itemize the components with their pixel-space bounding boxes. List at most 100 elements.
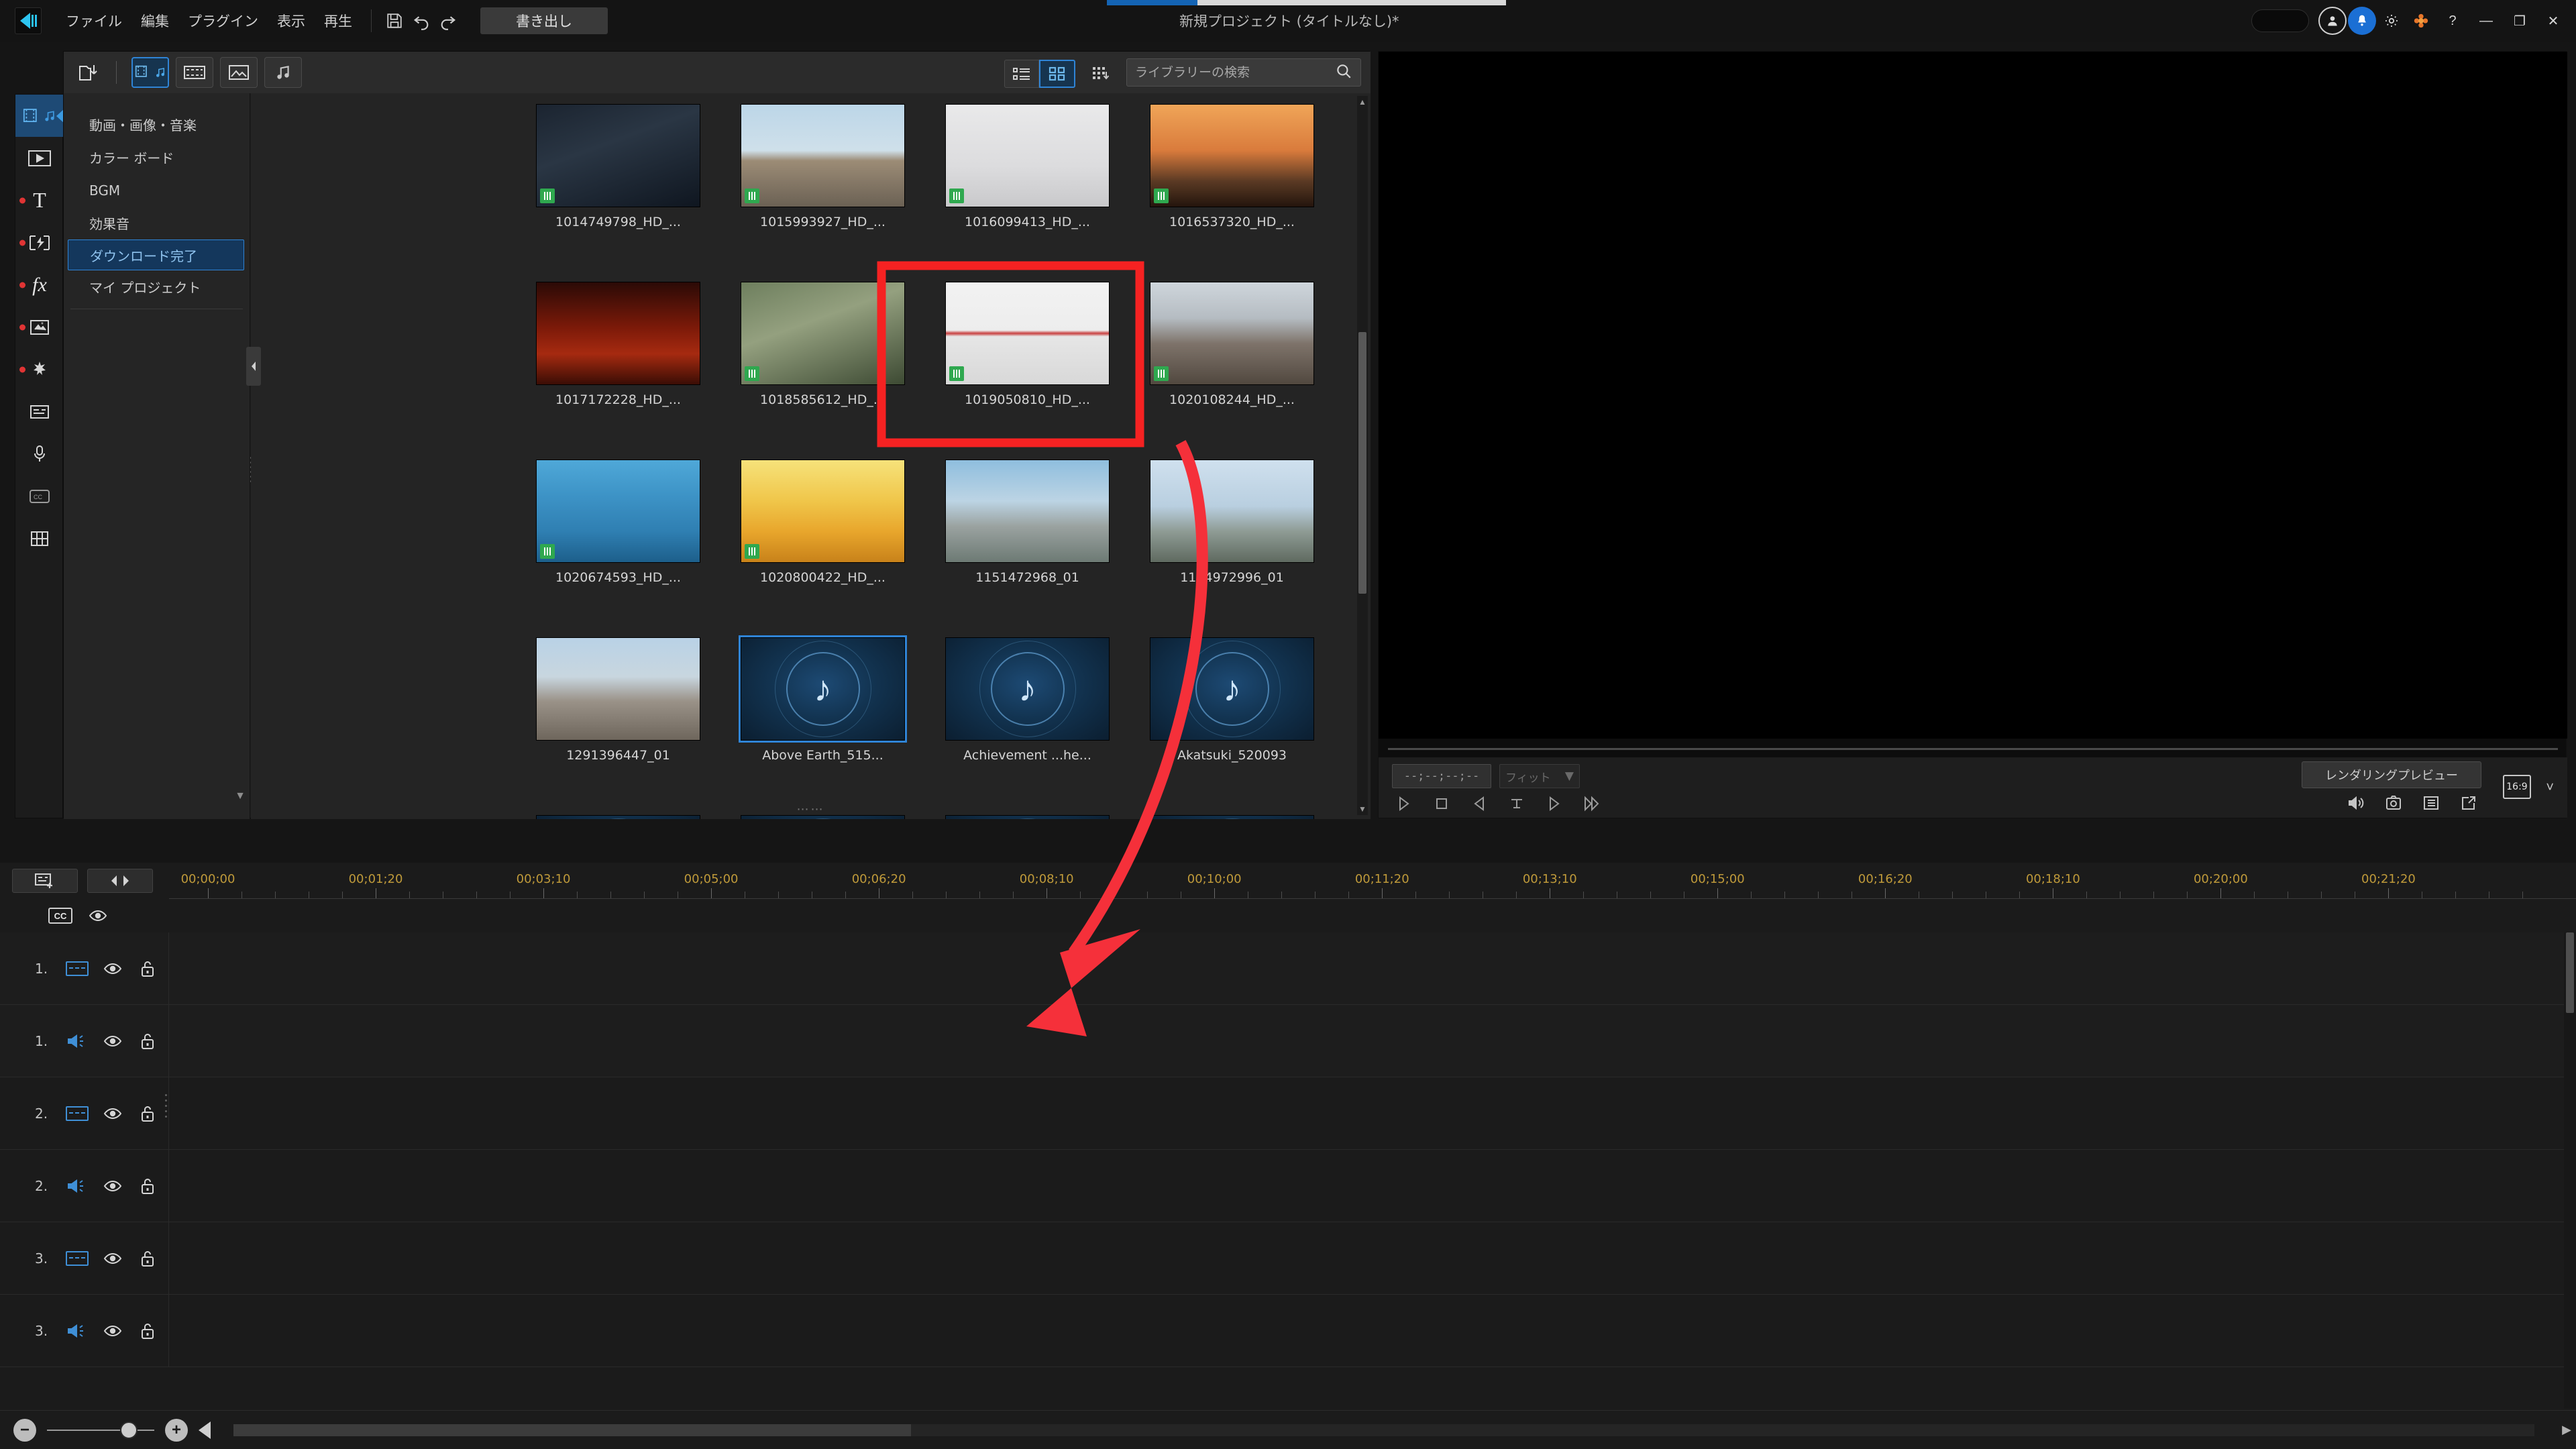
sidebar-item-subtitle-room[interactable] — [15, 390, 64, 433]
next-frame-button[interactable] — [1540, 792, 1569, 815]
media-item[interactable]: 1017172228_HD_... — [516, 282, 720, 460]
media-thumbnail[interactable]: ♪ — [945, 815, 1110, 819]
tree-item-downloaded[interactable]: ダウンロード完了 — [68, 239, 244, 270]
zoom-slider-knob[interactable] — [120, 1421, 138, 1439]
save-icon[interactable] — [381, 7, 408, 34]
media-thumbnail[interactable] — [1150, 460, 1314, 563]
media-thumbnail[interactable] — [536, 637, 700, 741]
timeline-track[interactable]: 1. — [0, 932, 2576, 1005]
media-item[interactable]: 1174972996_01 — [1130, 460, 1334, 637]
zoom-out-button[interactable]: − — [13, 1419, 36, 1442]
sort-icon[interactable] — [1087, 58, 1114, 89]
media-item[interactable]: 1018585612_HD_... — [720, 282, 925, 460]
scroll-down-arrow[interactable]: ▼ — [1357, 803, 1368, 815]
media-item[interactable]: 1151472968_01 — [925, 460, 1130, 637]
media-item[interactable]: 1015993927_HD_... — [720, 104, 925, 282]
stop-button[interactable] — [1427, 792, 1456, 815]
search-icon[interactable] — [1335, 62, 1352, 83]
zoom-in-button[interactable]: + — [165, 1419, 188, 1442]
preview-seek-bar[interactable] — [1388, 748, 2558, 750]
timeline-horizontal-scrollbar[interactable] — [233, 1424, 2534, 1436]
menu-file[interactable]: ファイル — [56, 7, 131, 35]
track-visibility-eye-icon[interactable] — [102, 960, 123, 977]
track-content-area[interactable] — [169, 1222, 2576, 1294]
track-lock-icon[interactable] — [137, 1322, 158, 1340]
timeline-track[interactable]: 1. — [0, 1005, 2576, 1077]
track-lock-icon[interactable] — [137, 1032, 158, 1050]
media-thumbnail[interactable]: ♪ — [945, 637, 1110, 741]
cc-icon[interactable]: CC — [48, 908, 72, 924]
track-visibility-eye-icon[interactable] — [102, 1032, 123, 1050]
timeline-track[interactable]: 2. — [0, 1150, 2576, 1222]
track-content-area[interactable] — [169, 1005, 2576, 1077]
close-button[interactable]: ✕ — [2537, 0, 2569, 42]
search-input[interactable] — [1135, 65, 1335, 80]
media-item[interactable]: 1291396447_01 — [516, 637, 720, 815]
media-item[interactable]: 1016537320_HD_... — [1130, 104, 1334, 282]
snap-button[interactable] — [87, 869, 153, 893]
grid-resize-dots[interactable]: ⋯⋯ — [797, 802, 825, 816]
timeline-track[interactable]: 3. — [0, 1295, 2576, 1367]
timeline-header-grip[interactable] — [163, 1091, 168, 1144]
media-thumbnail[interactable] — [1150, 282, 1314, 385]
library-search[interactable] — [1126, 58, 1361, 87]
maximize-button[interactable]: ❐ — [2504, 0, 2536, 42]
timeline-prev-button[interactable] — [199, 1421, 211, 1439]
media-thumbnail[interactable]: ♪ — [1150, 815, 1314, 819]
minimize-button[interactable]: — — [2470, 0, 2502, 42]
media-thumbnail[interactable]: ♪ — [536, 815, 700, 819]
volume-icon[interactable] — [2345, 792, 2367, 814]
menu-play[interactable]: 再生 — [315, 7, 362, 35]
media-item[interactable]: 1020674593_HD_... — [516, 460, 720, 637]
sidebar-item-chapter-room[interactable] — [15, 517, 64, 559]
media-item[interactable]: ♪Early Morning — [925, 815, 1130, 819]
sidebar-item-voiceover-room[interactable] — [15, 433, 64, 475]
sidebar-item-video-room[interactable] — [15, 137, 64, 179]
sidebar-item-media-room[interactable] — [15, 95, 64, 137]
notification-icon[interactable] — [2348, 7, 2376, 35]
media-thumbnail[interactable] — [741, 104, 905, 207]
media-thumbnail[interactable] — [945, 104, 1110, 207]
tree-item-color-board[interactable]: カラー ボード — [64, 141, 250, 174]
media-grid-scrollbar[interactable]: ▲ ▼ — [1357, 96, 1368, 815]
list-view-icon[interactable] — [1004, 60, 1039, 88]
timeline-zoom-slider[interactable] — [47, 1419, 154, 1442]
track-content-area[interactable] — [169, 932, 2576, 1004]
scrollbar-thumb[interactable] — [1358, 332, 1366, 594]
media-item[interactable]: 1016099413_HD_... — [925, 104, 1130, 282]
timeline-track[interactable]: 3. — [0, 1222, 2576, 1295]
media-item[interactable]: ♪Above Earth_515... — [720, 637, 925, 815]
media-thumbnail[interactable] — [536, 282, 700, 385]
timeline-vertical-scrollbar[interactable] — [2564, 932, 2576, 1409]
preview-fit-dropdown[interactable]: フィット ▼ — [1499, 764, 1580, 788]
flower-icon[interactable] — [2407, 7, 2435, 35]
sidebar-item-effect-room[interactable]: fx — [15, 264, 64, 306]
track-visibility-eye-icon[interactable] — [102, 1250, 123, 1267]
track-lock-icon[interactable] — [137, 1105, 158, 1122]
marker-button[interactable] — [1502, 792, 1532, 815]
sidebar-item-cc-room[interactable]: CC — [15, 475, 64, 517]
media-item[interactable]: ♪Akatsuki_520093 — [1130, 637, 1334, 815]
media-item[interactable]: ♪Achievement ...he... — [925, 637, 1130, 815]
add-track-button[interactable] — [12, 869, 78, 893]
media-thumbnail[interactable] — [945, 282, 1110, 385]
filter-image[interactable] — [220, 57, 258, 88]
media-thumbnail[interactable] — [741, 282, 905, 385]
media-thumbnail[interactable] — [536, 460, 700, 563]
tree-scroll-down-arrow[interactable]: ▼ — [233, 788, 248, 804]
timeline-next-button[interactable]: ▶ — [2557, 1423, 2576, 1437]
media-thumbnail[interactable]: ♪ — [741, 637, 905, 741]
media-thumbnail[interactable] — [945, 460, 1110, 563]
aspect-ratio-button[interactable]: 16:9 — [2503, 775, 2531, 799]
track-lock-icon[interactable] — [137, 1250, 158, 1267]
sidebar-item-transition-room[interactable] — [15, 221, 64, 264]
sidebar-item-particle-room[interactable] — [15, 348, 64, 390]
prev-frame-button[interactable] — [1464, 792, 1494, 815]
export-button[interactable]: 書き出し — [480, 7, 608, 34]
timeline-ruler[interactable]: 00;00;0000;01;2000;03;1000;05;0000;06;20… — [169, 863, 2576, 899]
media-item[interactable]: 1014749798_HD_... — [516, 104, 720, 282]
media-thumbnail[interactable] — [1150, 104, 1314, 207]
fast-forward-button[interactable] — [1577, 792, 1607, 815]
media-item[interactable]: 1019050810_HD_... — [925, 282, 1130, 460]
track-content-area[interactable] — [169, 1150, 2576, 1222]
